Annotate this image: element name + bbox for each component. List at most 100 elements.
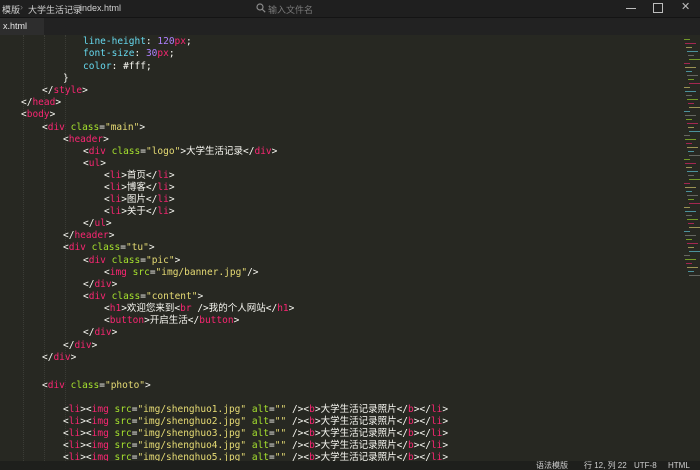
- status-encoding[interactable]: UTF-8: [634, 461, 657, 470]
- code-line[interactable]: <li>图片</li>: [104, 194, 175, 206]
- status-syntax[interactable]: HTML: [668, 461, 690, 470]
- status-bar: 语法模版 行 12, 列 22 UTF-8 HTML: [0, 461, 700, 470]
- code-token: div: [47, 122, 65, 133]
- minimap-stroke: [685, 163, 696, 164]
- code-line[interactable]: <li><img src="img/shenghuo1.jpg" alt="" …: [63, 404, 448, 416]
- minimap-stroke: [687, 123, 698, 124]
- code-token: font-size: [83, 48, 135, 59]
- minimap-stroke: [689, 107, 700, 108]
- code-line[interactable]: </div>: [42, 352, 76, 364]
- code-line[interactable]: </head>: [21, 97, 61, 109]
- search-icon[interactable]: [256, 3, 266, 13]
- code-line[interactable]: color: #fff;: [83, 61, 152, 73]
- code-token: header: [74, 230, 109, 241]
- code-token: alt: [251, 416, 270, 427]
- code-token: color: [83, 61, 112, 72]
- code-token: alt: [251, 428, 270, 439]
- code-line[interactable]: <li>首页</li>: [104, 170, 175, 182]
- code-token: style: [53, 85, 83, 96]
- status-cursor-position[interactable]: 行 12, 列 22: [584, 461, 627, 470]
- code-token: "img/banner.jpg": [155, 267, 248, 278]
- code-token: li: [109, 194, 122, 205]
- minimap-stroke: [689, 131, 700, 132]
- code-line[interactable]: <div class="main">: [42, 122, 145, 134]
- minimap-stroke: [688, 271, 694, 272]
- code-line[interactable]: <button>开启生活</button>: [104, 315, 239, 327]
- minimap-stroke: [684, 87, 690, 88]
- code-line[interactable]: <div class="photo">: [42, 380, 151, 392]
- code-line[interactable]: font-size: 30px;: [83, 48, 175, 60]
- code-token: img: [91, 416, 109, 427]
- code-line[interactable]: <body>: [21, 109, 55, 121]
- minimap-stroke: [688, 127, 694, 128]
- code-line[interactable]: </header>: [63, 230, 115, 242]
- code-line[interactable]: </ul>: [83, 218, 112, 230]
- code-token: li: [157, 170, 169, 181]
- code-line[interactable]: line-height: 120px;: [83, 36, 192, 48]
- code-line[interactable]: <h1>欢迎您来到<br />我的个人网站</h1>: [104, 303, 294, 315]
- code-token: >: [139, 122, 146, 133]
- code-line[interactable]: <ul>: [83, 158, 106, 170]
- code-token: >: [288, 303, 295, 314]
- minimap-stroke: [686, 95, 692, 96]
- code-token: src: [114, 440, 132, 451]
- code-line[interactable]: <li><img src="img/shenghuo2.jpg" alt="" …: [63, 416, 448, 428]
- maximize-icon[interactable]: [653, 3, 663, 13]
- code-token: </: [83, 327, 95, 338]
- tab-index-html[interactable]: x.html: [0, 18, 44, 35]
- breadcrumb-item-templates[interactable]: 模版: [2, 3, 20, 16]
- code-token: img: [91, 404, 109, 415]
- code-token: /><: [286, 440, 310, 451]
- code-line[interactable]: <li><img src="img/shenghuo5.jpg" alt="" …: [63, 452, 448, 461]
- code-line[interactable]: </div>: [83, 279, 117, 291]
- code-line[interactable]: <div class="logo">大学生活记录</div>: [83, 146, 277, 158]
- code-token: div: [53, 352, 71, 363]
- code-line[interactable]: </div>: [63, 340, 97, 352]
- code-token: body: [26, 109, 50, 120]
- minimap-stroke: [687, 243, 698, 244]
- code-token: src: [114, 416, 132, 427]
- code-line[interactable]: </style>: [42, 85, 88, 97]
- minimize-icon[interactable]: [626, 8, 636, 9]
- code-line[interactable]: <li><img src="img/shenghuo3.jpg" alt="" …: [63, 428, 448, 440]
- code-token: </: [83, 218, 95, 229]
- code-editor[interactable]: line-height: 120px; font-size: 30px; color…: [0, 35, 680, 461]
- code-token: img: [91, 452, 109, 461]
- code-line[interactable]: <li><img src="img/shenghuo4.jpg" alt="" …: [63, 440, 448, 452]
- code-token: ;: [145, 61, 152, 72]
- code-token: >: [168, 170, 175, 181]
- close-icon[interactable]: ✕: [681, 2, 691, 13]
- minimap-stroke: [685, 211, 696, 212]
- code-token: line-height: [83, 36, 146, 47]
- code-line[interactable]: <div class="tu">: [63, 242, 155, 254]
- minimap[interactable]: [682, 35, 700, 461]
- code-token: "tu": [125, 242, 149, 253]
- code-token: >: [55, 97, 62, 108]
- code-line[interactable]: <li>关于</li>: [104, 206, 175, 218]
- code-token: >开启生活</: [144, 315, 200, 326]
- code-token: ><: [80, 404, 92, 415]
- code-token: px: [157, 48, 169, 59]
- code-token: ></: [413, 404, 431, 415]
- code-line[interactable]: }: [63, 73, 69, 85]
- code-line[interactable]: <div class="content">: [83, 291, 203, 303]
- code-line[interactable]: <div class="pic">: [83, 255, 180, 267]
- code-line[interactable]: <img src="img/banner.jpg"/>: [104, 267, 259, 279]
- breadcrumb-item-file[interactable]: index.html: [80, 3, 121, 13]
- minimap-stroke: [688, 103, 694, 104]
- minimap-stroke: [686, 71, 692, 72]
- code-token: "": [274, 428, 287, 439]
- code-token: </: [42, 352, 54, 363]
- code-token: alt: [251, 452, 270, 461]
- search-input[interactable]: 输入文件名: [268, 3, 313, 16]
- code-token: "photo": [104, 380, 146, 391]
- code-token: "": [274, 440, 287, 451]
- code-line[interactable]: <li>博客</li>: [104, 182, 175, 194]
- minimap-stroke: [684, 111, 690, 112]
- status-mode[interactable]: 语法模版: [536, 461, 568, 470]
- code-line[interactable]: </div>: [83, 327, 117, 339]
- minimap-stroke: [689, 275, 700, 276]
- minimap-stroke: [685, 259, 696, 260]
- code-line[interactable]: <header>: [63, 134, 109, 146]
- code-token: "img/shenghuo4.jpg": [137, 440, 247, 451]
